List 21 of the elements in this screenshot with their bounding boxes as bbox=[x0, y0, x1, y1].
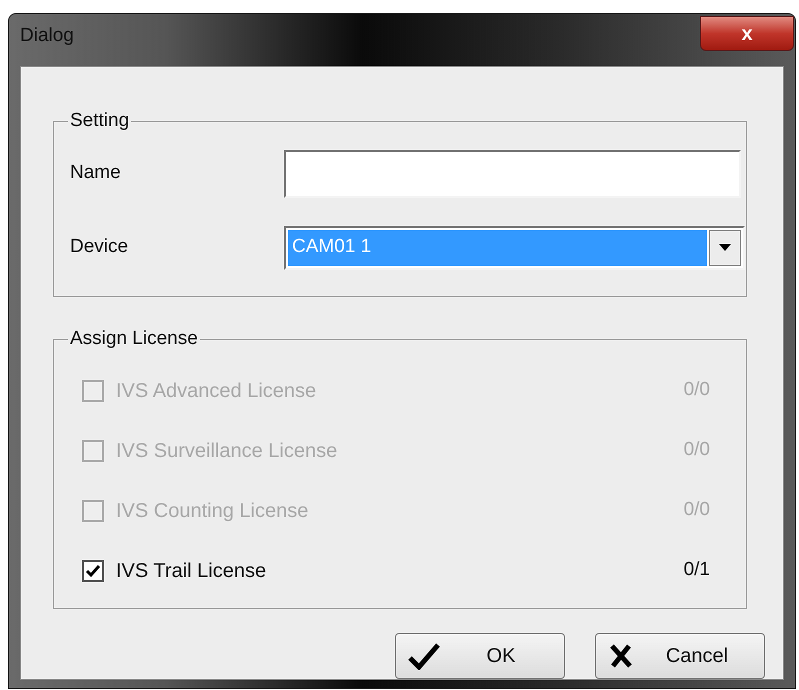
name-label: Name bbox=[70, 161, 122, 186]
license-count: 0/0 bbox=[684, 498, 710, 522]
license-count: 0/0 bbox=[684, 438, 710, 462]
group-title: Setting bbox=[69, 109, 130, 133]
window-title: Dialog bbox=[20, 24, 74, 48]
license-label: IVS Counting License bbox=[116, 498, 310, 524]
group-title: Assign License bbox=[69, 327, 199, 351]
ok-button[interactable]: OK bbox=[395, 633, 565, 679]
license-label: IVS Trail License bbox=[116, 558, 268, 584]
checkmark-icon bbox=[408, 642, 442, 670]
license-count: 0/0 bbox=[684, 378, 710, 402]
close-button[interactable]: x bbox=[700, 16, 794, 51]
cross-icon bbox=[608, 643, 634, 669]
device-label: Device bbox=[70, 235, 130, 260]
name-field[interactable] bbox=[284, 150, 741, 198]
checkbox[interactable] bbox=[82, 560, 104, 582]
license-label: IVS Advanced License bbox=[116, 378, 318, 404]
dropdown-value: CAM01 1 bbox=[288, 230, 707, 266]
license-label: IVS Surveillance License bbox=[116, 438, 338, 464]
license-count: 0/1 bbox=[684, 558, 710, 582]
cancel-button[interactable]: Cancel bbox=[595, 633, 765, 679]
